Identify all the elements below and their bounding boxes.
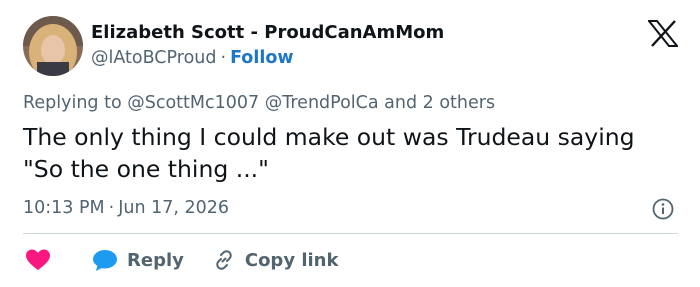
avatar[interactable] (23, 16, 83, 76)
author-display-name[interactable]: Elizabeth Scott - ProudCanAmMom (91, 22, 444, 43)
replying-suffix[interactable]: and 2 others (384, 93, 495, 113)
tweet-timestamp[interactable]: 10:13 PM · Jun 17, 2026 (23, 198, 229, 218)
reply-label: Reply (127, 249, 184, 271)
author-handle[interactable]: @lAtoBCProud (91, 48, 216, 68)
speech-bubble-icon (93, 250, 117, 271)
copy-link-label: Copy link (244, 249, 339, 271)
handle-separator: · (220, 48, 227, 68)
tweet-date: Jun 17, 2026 (118, 198, 230, 218)
link-icon (216, 250, 232, 270)
tweet-time: 10:13 PM (23, 198, 105, 218)
reply-button[interactable]: Reply (92, 248, 184, 272)
replying-prefix: Replying to (23, 93, 122, 113)
replying-to-line: Replying to @ScottMc1007 @TrendPolCa and… (23, 93, 495, 113)
tweet-text: The only thing I could make out was Trud… (23, 123, 635, 183)
mention-link[interactable]: @TrendPolCa (265, 93, 379, 113)
action-bar: Reply Copy link (23, 246, 338, 274)
info-icon[interactable] (652, 198, 674, 220)
author-handle-row: @lAtoBCProud · Follow (91, 48, 294, 68)
copy-link-button[interactable]: Copy link (212, 248, 339, 272)
follow-button[interactable]: Follow (230, 48, 293, 68)
heart-icon (26, 249, 50, 270)
x-logo-icon[interactable] (648, 20, 678, 47)
like-button[interactable] (23, 248, 51, 272)
timestamp-separator: · (108, 198, 115, 218)
mention-link[interactable]: @ScottMc1007 (127, 93, 259, 113)
avatar-image (23, 16, 83, 76)
divider (23, 233, 678, 234)
